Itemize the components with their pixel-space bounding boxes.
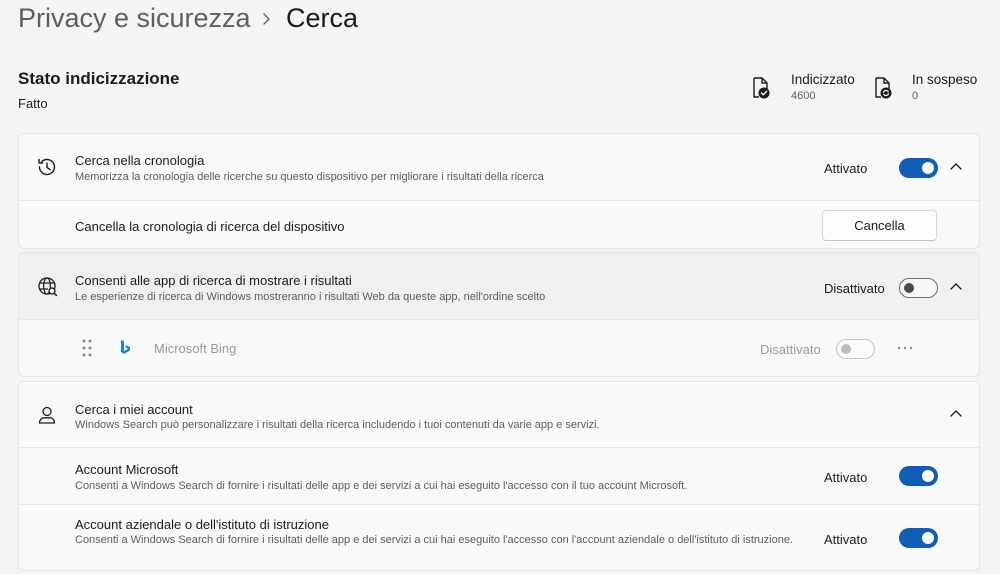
web-results-state-label: Disattivato [824,281,885,296]
web-results-card: Consenti alle app di ricerca di mostrare… [18,252,980,377]
person-icon [38,406,56,424]
indexing-status-value: Fatto [18,96,48,111]
work-account-description: Consenti a Windows Search di fornire i r… [75,534,794,546]
history-toggle[interactable] [899,158,938,178]
accounts-card: Cerca i miei account Windows Search può … [18,381,980,571]
web-results-header[interactable]: Consenti alle app di ricerca di mostrare… [19,253,979,319]
pending-label: In sospeso [912,72,978,87]
history-title: Cerca nella cronologia [75,153,205,168]
bing-row: Microsoft Bing Disattivato [19,320,979,376]
microsoft-account-toggle[interactable] [899,466,938,486]
search-history-header[interactable]: Cerca nella cronologia Memorizza la cron… [19,134,979,200]
search-history-card: Cerca nella cronologia Memorizza la cron… [18,133,980,249]
clear-history-label: Cancella la cronologia di ricerca del di… [75,219,345,234]
bing-icon [121,340,130,354]
file-sync-icon [875,77,892,99]
web-results-description: Le esperienze di ricerca di Windows most… [75,291,546,303]
bing-toggle[interactable] [836,339,875,359]
bing-state-label: Disattivato [760,342,821,357]
page-title: Cerca [286,3,359,33]
file-check-icon [753,77,770,99]
microsoft-account-description: Consenti a Windows Search di fornire i r… [75,480,688,492]
microsoft-account-title: Account Microsoft [75,462,179,477]
divider [19,447,979,448]
chevron-right-icon [263,13,270,25]
chevron-up-icon[interactable] [949,162,963,172]
accounts-header[interactable]: Cerca i miei account Windows Search può … [19,382,979,447]
history-state-label: Attivato [824,161,868,176]
globe-icon [38,277,58,297]
work-account-toggle[interactable] [899,528,938,548]
work-account-state-label: Attivato [824,532,868,547]
divider [19,200,979,201]
history-description: Memorizza la cronologia delle ricerche s… [75,171,544,183]
web-results-title: Consenti alle app di ricerca di mostrare… [75,273,352,288]
more-options-icon[interactable] [897,346,913,350]
indexed-count: 4600 [791,90,816,102]
work-account-title: Account aziendale o dell'istituto di ist… [75,517,329,532]
chevron-up-icon[interactable] [949,409,963,419]
breadcrumb-parent[interactable]: Privacy e sicurezza [18,3,251,34]
accounts-title: Cerca i miei account [75,402,193,417]
chevron-up-icon[interactable] [949,282,963,292]
indexing-status-title: Stato indicizzazione [18,69,180,88]
divider [19,504,979,505]
bing-app-name: Microsoft Bing [154,341,237,356]
web-results-toggle[interactable] [899,278,938,298]
history-icon [38,158,56,176]
pending-count: 0 [912,90,919,102]
microsoft-account-state-label: Attivato [824,470,868,485]
drag-handle-icon[interactable] [81,338,93,358]
accounts-description: Windows Search può personalizzare i risu… [75,419,600,431]
indexed-label: Indicizzato [791,72,855,87]
clear-history-button[interactable]: Cancella [822,210,937,241]
